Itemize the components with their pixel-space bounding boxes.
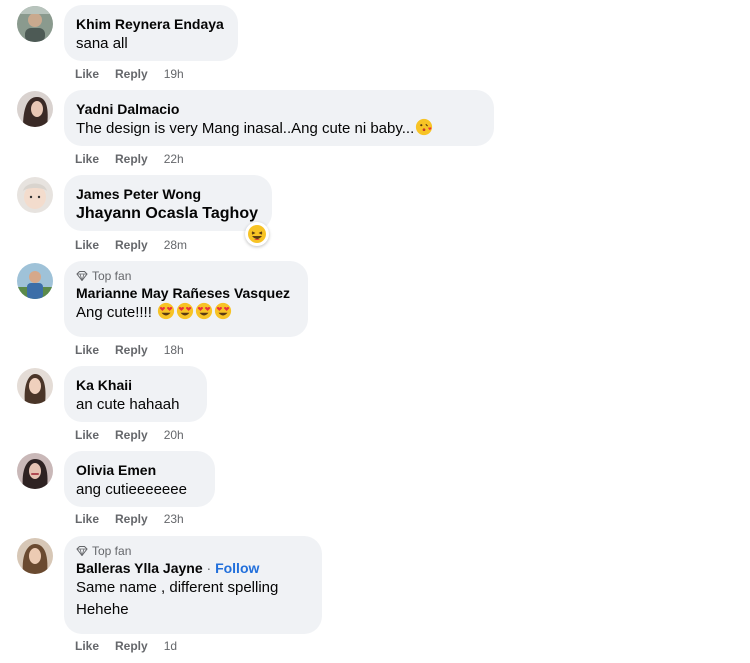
like-button[interactable]: Like	[75, 342, 99, 358]
reply-button[interactable]: Reply	[115, 427, 148, 443]
top-fan-label: Top fan	[92, 543, 132, 558]
comment-bubble: Yadni Dalmacio The design is very Mang i…	[64, 90, 494, 146]
comment-actions: Like Reply 28m	[75, 237, 187, 253]
reply-button[interactable]: Reply	[115, 237, 148, 253]
comment-actions: Like Reply 1d	[75, 638, 177, 654]
comment-author[interactable]: Olivia Emen	[76, 461, 203, 479]
comment-bubble: Top fan Marianne May Rañeses Vasquez Ang…	[64, 261, 308, 337]
avatar[interactable]	[17, 6, 53, 42]
comment-actions: Like Reply 22h	[75, 151, 184, 167]
comment-timestamp[interactable]: 18h	[164, 342, 184, 358]
reply-button[interactable]: Reply	[115, 66, 148, 82]
comment-bubble: Khim Reynera Endaya sana all	[64, 5, 238, 61]
top-fan-label: Top fan	[92, 268, 132, 283]
reply-button[interactable]: Reply	[115, 342, 148, 358]
avatar[interactable]	[17, 538, 53, 574]
comment-text: The design is very Mang inasal..Ang cute…	[76, 118, 482, 140]
like-button[interactable]: Like	[75, 638, 99, 654]
like-button[interactable]: Like	[75, 427, 99, 443]
like-button[interactable]: Like	[75, 151, 99, 167]
comment-actions: Like Reply 23h	[75, 511, 184, 527]
diamond-icon	[76, 270, 88, 281]
comment-text: ang cutieeeeeee	[76, 481, 187, 498]
avatar[interactable]	[17, 177, 53, 213]
comment-timestamp[interactable]: 20h	[164, 427, 184, 443]
comment-author[interactable]: Ka Khaii	[76, 376, 195, 394]
comment-timestamp[interactable]: 19h	[164, 66, 184, 82]
like-button[interactable]: Like	[75, 511, 99, 527]
heart-eyes-emoji	[214, 302, 232, 320]
comment-bubble: Ka Khaii an cute hahaah	[64, 366, 207, 422]
laughing-reaction-icon[interactable]	[245, 222, 269, 246]
comment-text: Same name , different spelling	[76, 579, 279, 596]
comment-text[interactable]: Jhayann Ocasla Taghoy	[76, 203, 260, 225]
comment-timestamp[interactable]: 1d	[164, 638, 177, 654]
diamond-icon	[76, 545, 88, 556]
comment-timestamp[interactable]: 22h	[164, 151, 184, 167]
heart-eyes-emoji	[157, 302, 175, 320]
comment-author[interactable]: James Peter Wong	[76, 185, 260, 203]
avatar[interactable]	[17, 91, 53, 127]
separator-dot: ·	[202, 560, 216, 576]
top-fan-badge: Top fan	[76, 543, 310, 558]
top-fan-badge: Top fan	[76, 268, 296, 283]
reply-button[interactable]: Reply	[115, 151, 148, 167]
comment-bubble: James Peter Wong Jhayann Ocasla Taghoy	[64, 175, 272, 231]
comment-actions: Like Reply 18h	[75, 342, 184, 358]
follow-button[interactable]: Follow	[215, 560, 259, 576]
comment-bubble: Olivia Emen ang cutieeeeeee	[64, 451, 215, 507]
avatar[interactable]	[17, 263, 53, 299]
comment-actions: Like Reply 19h	[75, 66, 184, 82]
comment-timestamp[interactable]: 28m	[164, 237, 187, 253]
comment-bubble: Top fan Balleras Ylla Jayne · Follow Sam…	[64, 536, 322, 634]
like-button[interactable]: Like	[75, 237, 99, 253]
heart-eyes-emoji	[176, 302, 194, 320]
comment-author[interactable]: Balleras Ylla Jayne	[76, 560, 203, 576]
comment-text: Hehehe	[76, 601, 129, 618]
comment-text-content: Ang cute!!!!	[76, 304, 152, 321]
comment-author-line: Balleras Ylla Jayne · Follow	[76, 559, 310, 577]
heart-eyes-emoji	[195, 302, 213, 320]
comment-text: an cute hahaah	[76, 396, 180, 413]
like-button[interactable]: Like	[75, 66, 99, 82]
comment-timestamp[interactable]: 23h	[164, 511, 184, 527]
kissing-heart-emoji	[416, 118, 433, 136]
avatar[interactable]	[17, 453, 53, 489]
reply-button[interactable]: Reply	[115, 511, 148, 527]
reply-button[interactable]: Reply	[115, 638, 148, 654]
comment-author[interactable]: Khim Reynera Endaya	[76, 15, 226, 33]
avatar[interactable]	[17, 368, 53, 404]
comment-actions: Like Reply 20h	[75, 427, 184, 443]
comment-author[interactable]: Yadni Dalmacio	[76, 100, 482, 118]
comment-text: sana all	[76, 35, 128, 52]
comment-text: Ang cute!!!!	[76, 302, 296, 324]
comment-author[interactable]: Marianne May Rañeses Vasquez	[76, 284, 296, 302]
comment-text-content: The design is very Mang inasal..Ang cute…	[76, 120, 415, 137]
